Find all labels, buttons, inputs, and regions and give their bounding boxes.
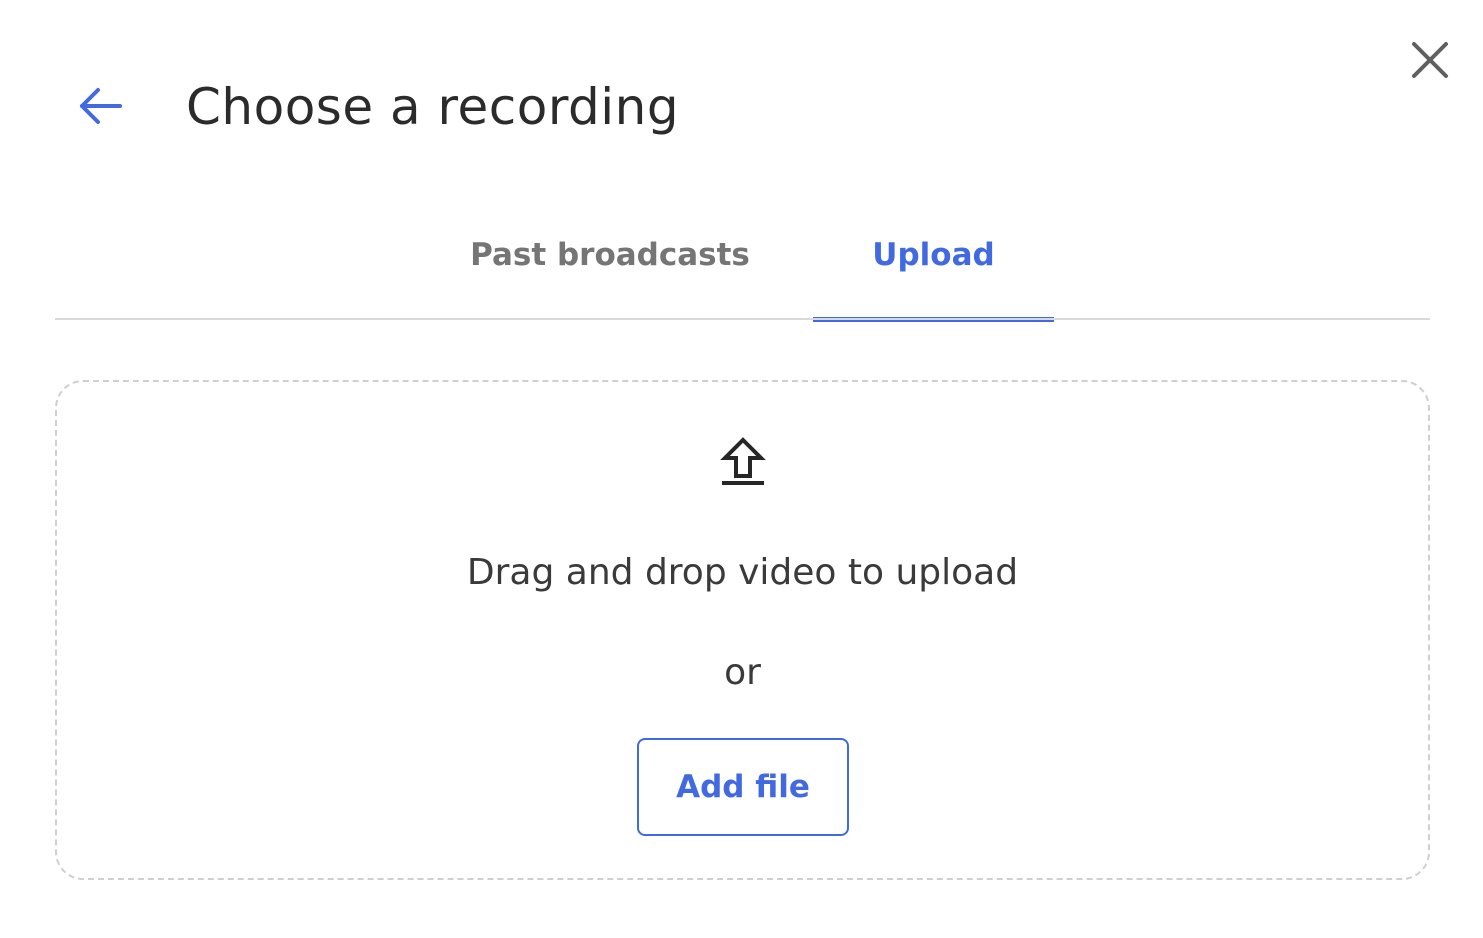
tab-bar: Past broadcasts Upload [55,210,1430,322]
upload-icon [720,437,766,485]
back-button[interactable] [76,82,124,130]
arrow-left-icon [80,88,122,124]
tab-label: Past broadcasts [470,237,750,273]
tab-divider [55,318,1430,320]
close-icon [1412,42,1448,78]
tab-label: Upload [872,237,995,273]
choose-recording-dialog: Choose a recording Past broadcasts Uploa… [0,0,1483,938]
drop-instruction: Drag and drop video to upload [466,552,1019,593]
upload-dropzone[interactable]: Drag and drop video to upload or Add fil… [55,380,1430,880]
add-file-button[interactable]: Add file [637,738,849,836]
page-title: Choose a recording [186,78,680,136]
tab-past-broadcasts[interactable]: Past broadcasts [465,210,755,318]
close-button[interactable] [1408,38,1452,82]
or-separator: or [724,652,761,693]
tab-upload[interactable]: Upload [813,210,1054,322]
